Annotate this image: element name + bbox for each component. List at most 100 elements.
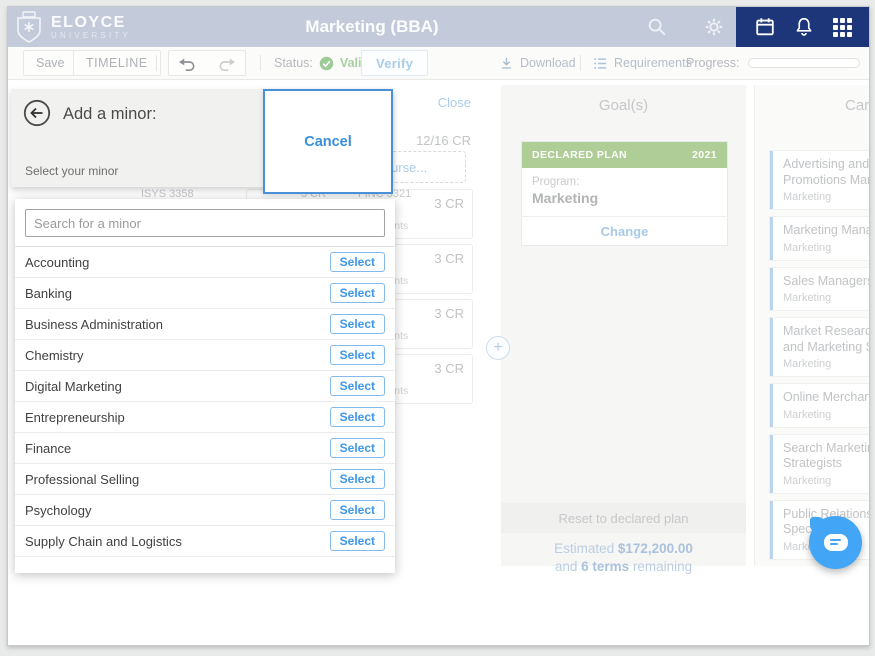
- course-credits: 3 CR: [434, 306, 464, 321]
- cancel-button[interactable]: Cancel: [263, 89, 393, 194]
- select-minor-button[interactable]: Select: [329, 500, 385, 520]
- minor-name: Finance: [25, 440, 72, 456]
- minor-picker-panel: AccountingSelectBankingSelectBusiness Ad…: [15, 199, 395, 573]
- career-card[interactable]: Marketing Managers Marketing: [770, 217, 870, 260]
- download-icon: [502, 57, 511, 69]
- minor-search-input[interactable]: [25, 209, 385, 237]
- career-name: Market Research Analysts and Marketing S…: [783, 324, 869, 354]
- toolbar-divider: [260, 55, 261, 71]
- select-minor-button[interactable]: Select: [329, 469, 385, 489]
- bell-icon[interactable]: [793, 16, 815, 38]
- chat-bubble-icon: [823, 534, 848, 551]
- add-term-button[interactable]: +: [486, 336, 510, 360]
- degree-planner-app: ELOYCE UNIVERSITY Marketing (BBA) Save T…: [8, 7, 869, 645]
- program-label: Program:: [532, 176, 580, 188]
- select-minor-button[interactable]: Select: [329, 314, 385, 334]
- global-nav-block: [736, 7, 869, 47]
- minor-row: Accounting Select: [15, 247, 395, 278]
- modal-title: Add a minor:: [63, 105, 157, 123]
- declared-plan-label: DECLARED PLAN: [532, 149, 628, 161]
- minor-row: Chemistry Select: [15, 340, 395, 371]
- estimate-terms: 6 terms: [581, 559, 630, 574]
- career-category: Marketing: [783, 408, 832, 421]
- career-card[interactable]: Sales Managers Marketing: [770, 267, 870, 310]
- career-name: Sales Managers: [783, 273, 870, 288]
- estimate-mid: and: [554, 559, 578, 574]
- course-credits: 3 CR: [434, 361, 464, 376]
- declared-plan-banner: DECLARED PLAN 2021: [522, 142, 727, 168]
- status-label: Status:: [274, 56, 313, 70]
- select-minor-button[interactable]: Select: [329, 438, 385, 458]
- career-category: Marketing: [783, 358, 832, 370]
- minor-name: Entrepreneurship: [25, 409, 125, 425]
- term-credits-summary: 12/16 CR: [416, 133, 471, 148]
- career-card[interactable]: Market Research Analysts and Marketing S…: [770, 318, 869, 376]
- minor-row: Psychology Select: [15, 495, 395, 526]
- minor-row: Business Administration Select: [15, 309, 395, 340]
- minor-row: Entrepreneurship Select: [15, 402, 395, 433]
- career-list: Advertising and Promotions Managers Marke…: [770, 151, 870, 567]
- save-button[interactable]: Save: [23, 50, 78, 76]
- redo-button[interactable]: [207, 51, 245, 75]
- career-category: Marketing: [783, 292, 832, 304]
- course-credits: 3 CR: [434, 196, 464, 211]
- select-minor-button[interactable]: Select: [329, 283, 385, 303]
- minor-list: Accounting Select Banking Select Business Ad…: [15, 247, 395, 557]
- minor-name: Supply Chain and Logistics: [25, 533, 182, 549]
- career-card[interactable]: Online Merchants Marketing: [770, 384, 869, 427]
- course-credits: 3 CR: [434, 251, 464, 266]
- reset-declared-plan-button[interactable]: Reset to declared plan: [501, 503, 746, 533]
- minor-name: Banking: [25, 285, 72, 301]
- minor-name: Professional Selling: [25, 471, 140, 487]
- verify-button[interactable]: Verify: [361, 50, 429, 76]
- career-card[interactable]: Advertising and Promotions Managers Marke…: [770, 151, 870, 209]
- progress-label: Progress:: [686, 56, 740, 70]
- back-arrow-button[interactable]: [23, 99, 51, 127]
- gear-icon[interactable]: [703, 16, 725, 38]
- valid-check-icon: [319, 56, 334, 70]
- toolbar-divider: [580, 55, 581, 71]
- careers-panel: Career(s) Advertising and Promotions Man…: [754, 85, 870, 567]
- minor-name: Psychology: [25, 502, 92, 518]
- select-minor-button[interactable]: Select: [329, 252, 385, 272]
- requirements-list-icon: [594, 57, 607, 69]
- estimate-prefix: Estimated: [554, 541, 615, 556]
- goals-panel-title: Goal(s): [598, 97, 649, 114]
- timeline-button[interactable]: TIMELINE: [73, 50, 161, 76]
- requirements-button[interactable]: Requirements: [593, 51, 692, 75]
- search-icon[interactable]: [646, 16, 668, 38]
- undo-button[interactable]: [169, 51, 207, 75]
- goals-panel: Goal(s) DECLARED PLAN 2021 Program: Mark…: [501, 85, 746, 574]
- career-name: Online Merchants: [783, 390, 869, 404]
- career-category: Marketing: [783, 474, 832, 487]
- careers-panel-title: Career(s): [845, 97, 870, 114]
- declared-plan-year: 2021: [692, 149, 717, 161]
- career-name: Marketing Managers: [783, 223, 870, 237]
- calendar-icon[interactable]: [754, 16, 776, 38]
- browser-viewport: ELOYCE UNIVERSITY Marketing (BBA) Save T…: [7, 6, 870, 646]
- minor-name: Business Administration: [25, 316, 164, 332]
- apps-grid-icon[interactable]: [832, 17, 852, 37]
- chat-launcher-button[interactable]: [809, 516, 862, 569]
- progress-bar: [748, 58, 860, 68]
- plan-estimate: Estimated $172,200.00 and 6 terms remain…: [501, 540, 746, 576]
- download-button[interactable]: Download: [499, 51, 576, 75]
- change-program-link[interactable]: Change: [522, 216, 727, 245]
- minor-row: Professional Selling Select: [15, 464, 395, 495]
- close-term-link[interactable]: Close: [438, 95, 471, 110]
- career-name: Advertising and Promotions Managers: [783, 157, 870, 187]
- minor-name: Chemistry: [25, 347, 84, 363]
- select-minor-button[interactable]: Select: [329, 345, 385, 365]
- minor-row: Digital Marketing Select: [15, 371, 395, 402]
- career-category: Marketing: [783, 191, 832, 203]
- career-name: Search Marketing Strategists: [783, 440, 869, 471]
- minor-row: Finance Select: [15, 433, 395, 464]
- career-card[interactable]: Search Marketing Strategists Marketing: [770, 434, 869, 493]
- minor-row: Supply Chain and Logistics Select: [15, 526, 395, 557]
- app-screenshot: ELOYCE UNIVERSITY Marketing (BBA) Save T…: [0, 0, 875, 656]
- career-category: Marketing: [783, 241, 832, 254]
- select-minor-button[interactable]: Select: [329, 407, 385, 427]
- select-minor-button[interactable]: Select: [329, 376, 385, 396]
- modal-subtitle: Select your minor: [25, 164, 119, 178]
- select-minor-button[interactable]: Select: [329, 531, 385, 551]
